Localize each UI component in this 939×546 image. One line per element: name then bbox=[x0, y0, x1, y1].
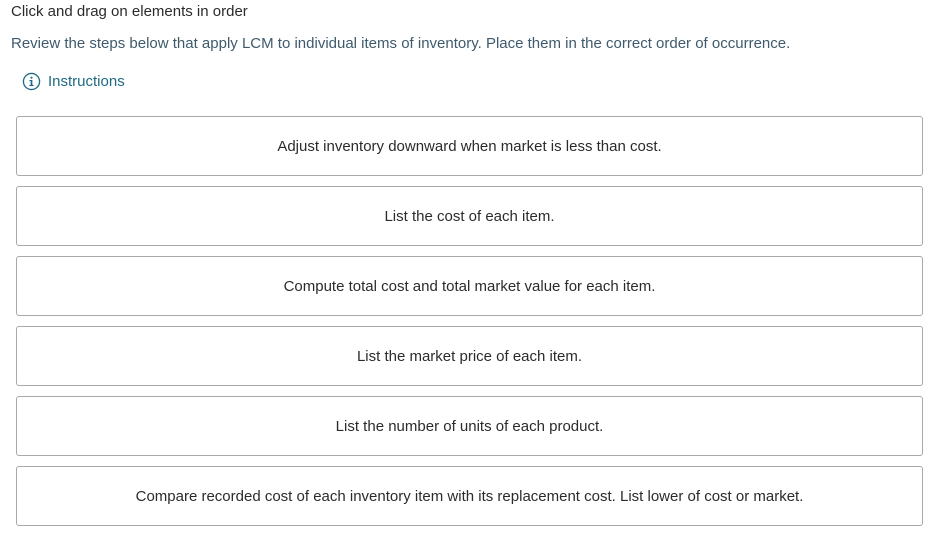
question-type-heading: Click and drag on elements in order bbox=[11, 3, 248, 20]
draggable-item-label: List the market price of each item. bbox=[356, 347, 583, 365]
question-prompt: Review the steps below that apply LCM to… bbox=[11, 35, 791, 52]
draggable-item[interactable]: List the number of units of each product… bbox=[16, 396, 923, 456]
draggable-item-label: Compute total cost and total market valu… bbox=[283, 277, 656, 295]
instructions-link[interactable]: Instructions bbox=[22, 72, 125, 91]
draggable-item-label: List the cost of each item. bbox=[384, 207, 555, 225]
instructions-label: Instructions bbox=[48, 73, 125, 90]
draggable-item-label: List the number of units of each product… bbox=[335, 417, 604, 435]
draggable-item-label: Compare recorded cost of each inventory … bbox=[135, 487, 804, 505]
draggable-item-label: Adjust inventory downward when market is… bbox=[277, 137, 662, 155]
draggable-item[interactable]: Compare recorded cost of each inventory … bbox=[16, 466, 923, 526]
draggable-list: Adjust inventory downward when market is… bbox=[16, 116, 923, 526]
info-icon bbox=[22, 72, 41, 91]
draggable-item[interactable]: List the cost of each item. bbox=[16, 186, 923, 246]
draggable-item[interactable]: List the market price of each item. bbox=[16, 326, 923, 386]
draggable-item[interactable]: Compute total cost and total market valu… bbox=[16, 256, 923, 316]
draggable-item[interactable]: Adjust inventory downward when market is… bbox=[16, 116, 923, 176]
drag-order-question: Click and drag on elements in order Revi… bbox=[0, 0, 939, 546]
